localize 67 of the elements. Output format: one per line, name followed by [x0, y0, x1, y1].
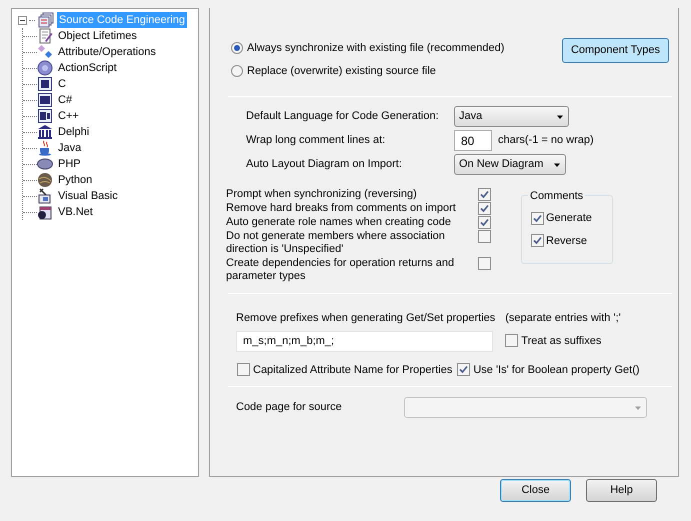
tree-item[interactable]: C++ — [57, 108, 80, 124]
option-label[interactable]: Do not generate members where association direction is 'Unspecified' — [226, 230, 471, 256]
field-label: Auto Layout Diagram on Import: — [246, 157, 403, 172]
tree-item[interactable]: VB.Net — [57, 204, 94, 220]
prefixes-field[interactable]: m_s;m_n;m_b;m_; — [236, 330, 493, 352]
checkbox[interactable] — [531, 212, 544, 225]
code-file-icon — [37, 76, 53, 92]
dropdown-arrow-icon — [553, 160, 561, 168]
diamonds-icon — [37, 44, 53, 60]
checkbox[interactable] — [478, 202, 491, 215]
tree-item[interactable]: PHP — [57, 156, 82, 172]
field-label: Default Language for Code Generation: — [246, 109, 440, 124]
field-label: Code page for source — [236, 400, 342, 416]
checkbox[interactable] — [531, 234, 544, 248]
option-label[interactable]: Prompt when synchronizing (reversing) — [226, 188, 471, 201]
option-label[interactable]: Remove hard breaks from comments on import — [226, 202, 471, 215]
dropdown-arrow-icon — [556, 112, 564, 120]
checkbox-label[interactable]: Treat as suffixes — [521, 332, 602, 349]
checkbox[interactable] — [457, 363, 470, 376]
disc-icon — [37, 60, 53, 76]
radio-label[interactable]: Always synchronize with existing file (recommended) — [247, 40, 504, 56]
tree-item[interactable]: Visual Basic — [57, 188, 119, 204]
radio-label[interactable]: Replace (overwrite) existing source file — [247, 62, 436, 79]
hint-text: (separate entries with ';' — [505, 311, 621, 326]
dialog-button[interactable]: Help — [586, 479, 657, 502]
language-dropdown[interactable]: Java — [454, 106, 569, 127]
tree-item[interactable]: Delphi — [57, 124, 90, 140]
tree-item[interactable]: Object Lifetimes — [57, 28, 138, 44]
layout-dropdown[interactable]: On New Diagram — [454, 154, 566, 175]
checkbox[interactable] — [505, 334, 518, 348]
checkbox[interactable] — [478, 188, 491, 201]
hint-text: chars(-1 = no wrap) — [498, 133, 594, 148]
tree-item[interactable]: C — [57, 76, 67, 92]
radio-button[interactable] — [231, 42, 243, 54]
field-label: Remove prefixes when generating Get/Set properties — [236, 311, 496, 326]
checkbox-label[interactable]: Generate — [546, 210, 592, 226]
oval-icon — [37, 156, 53, 172]
temple-icon — [37, 124, 53, 140]
option-label[interactable]: Create dependencies for operation returns and parameter types — [226, 257, 471, 283]
tree-item[interactable]: Java — [57, 140, 82, 156]
window-icon — [37, 204, 53, 220]
checkbox[interactable] — [237, 363, 250, 376]
number-field[interactable]: 80 — [454, 130, 492, 151]
tools-icon — [37, 188, 53, 204]
collapse-toggle[interactable] — [18, 16, 27, 24]
checkbox[interactable] — [478, 230, 491, 243]
dialog-button[interactable]: Close — [500, 479, 571, 502]
checkbox[interactable] — [478, 257, 491, 270]
tree-item[interactable]: ActionScript — [57, 60, 118, 76]
tree-item[interactable]: Python — [57, 172, 94, 188]
radio-button[interactable] — [231, 64, 243, 77]
globe-icon — [37, 172, 53, 188]
field-label: Wrap long comment lines at: — [246, 133, 386, 148]
dropdown-arrow-icon — [634, 404, 642, 412]
checkbox-label[interactable]: Reverse — [546, 232, 587, 249]
checkbox-label[interactable]: Use 'Is' for Boolean property Get() — [473, 362, 640, 378]
code-file-icon — [37, 108, 53, 124]
checkbox-label[interactable]: Capitalized Attribute Name for Properties — [253, 362, 452, 378]
tree-item[interactable]: C# — [57, 92, 74, 108]
documents-icon — [37, 12, 55, 28]
document-icon — [37, 28, 53, 44]
coffee-cup-icon — [37, 140, 53, 156]
checkbox[interactable] — [478, 216, 491, 229]
code-file-icon — [37, 92, 53, 108]
tree-item[interactable]: Attribute/Operations — [57, 44, 157, 60]
component-types-button[interactable]: Component Types — [562, 38, 669, 63]
option-label[interactable]: Auto generate role names when creating code — [226, 216, 471, 229]
